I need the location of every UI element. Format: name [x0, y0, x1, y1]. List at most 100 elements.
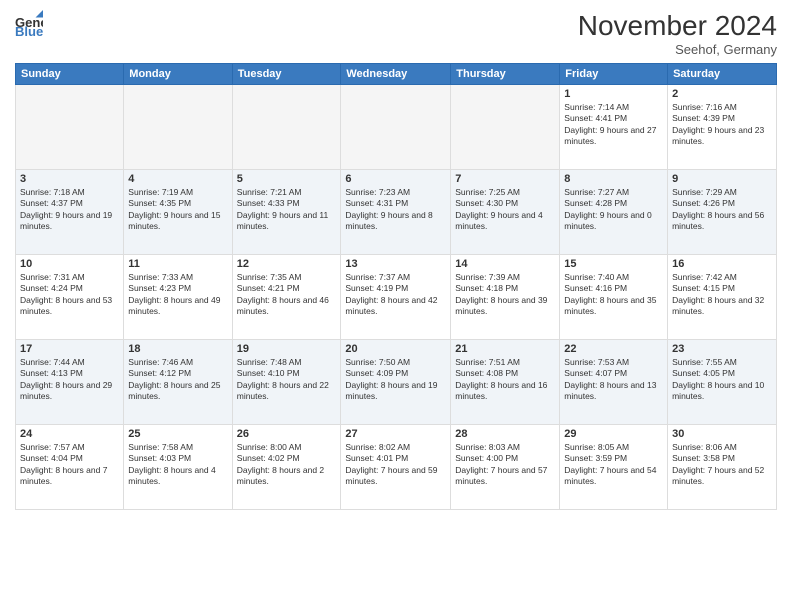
day-info: Sunrise: 7:21 AM Sunset: 4:33 PM Dayligh…: [237, 187, 337, 233]
calendar-cell: 6 Sunrise: 7:23 AM Sunset: 4:31 PM Daylig…: [341, 170, 451, 255]
day-number: 15: [564, 258, 663, 270]
day-info: Sunrise: 8:00 AM Sunset: 4:02 PM Dayligh…: [237, 442, 337, 488]
day-number: 23: [672, 343, 772, 355]
calendar-cell: 2Sunrise: 7:16 AM Sunset: 4:39 PM Daylig…: [668, 85, 777, 170]
calendar-cell: 27 Sunrise: 8:02 AM Sunset: 4:01 PM Dayli…: [341, 425, 451, 510]
calendar-cell: 9Sunrise: 7:29 AM Sunset: 4:26 PM Daylig…: [668, 170, 777, 255]
calendar-cell: 24 Sunrise: 7:57 AM Sunset: 4:04 PM Dayli…: [16, 425, 124, 510]
day-number: 7: [455, 173, 555, 185]
day-number: 26: [237, 428, 337, 440]
calendar-cell: 7 Sunrise: 7:25 AM Sunset: 4:30 PM Daylig…: [451, 170, 560, 255]
header: General Blue November 2024 Seehof, Germa…: [15, 10, 777, 57]
day-info: Sunrise: 8:03 AM Sunset: 4:00 PM Dayligh…: [455, 442, 555, 488]
month-title: November 2024: [578, 10, 777, 42]
day-number: 16: [672, 258, 772, 270]
day-info: Sunrise: 7:37 AM Sunset: 4:19 PM Dayligh…: [345, 272, 446, 318]
day-number: 24: [20, 428, 119, 440]
day-info: Sunrise: 7:50 AM Sunset: 4:09 PM Dayligh…: [345, 357, 446, 403]
calendar-cell: 26 Sunrise: 8:00 AM Sunset: 4:02 PM Dayli…: [232, 425, 341, 510]
calendar-cell: 29Sunrise: 8:05 AM Sunset: 3:59 PM Dayli…: [560, 425, 668, 510]
day-info: Sunrise: 7:44 AM Sunset: 4:13 PM Dayligh…: [20, 357, 119, 403]
day-number: 3: [20, 173, 119, 185]
calendar-cell: 30Sunrise: 8:06 AM Sunset: 3:58 PM Dayli…: [668, 425, 777, 510]
day-number: 18: [128, 343, 227, 355]
day-info: Sunrise: 7:33 AM Sunset: 4:23 PM Dayligh…: [128, 272, 227, 318]
day-info: Sunrise: 8:05 AM Sunset: 3:59 PM Dayligh…: [564, 442, 663, 488]
day-number: 20: [345, 343, 446, 355]
week-row-3: 10 Sunrise: 7:31 AM Sunset: 4:24 PM Dayli…: [16, 255, 777, 340]
day-number: 5: [237, 173, 337, 185]
day-number: 13: [345, 258, 446, 270]
calendar-cell: 21 Sunrise: 7:51 AM Sunset: 4:08 PM Dayli…: [451, 340, 560, 425]
calendar-cell: 8 Sunrise: 7:27 AM Sunset: 4:28 PM Daylig…: [560, 170, 668, 255]
week-row-4: 17 Sunrise: 7:44 AM Sunset: 4:13 PM Dayli…: [16, 340, 777, 425]
calendar-page: General Blue November 2024 Seehof, Germa…: [0, 0, 792, 612]
svg-text:Blue: Blue: [15, 24, 43, 38]
day-info: Sunrise: 8:06 AM Sunset: 3:58 PM Dayligh…: [672, 442, 772, 488]
calendar-cell: 22 Sunrise: 7:53 AM Sunset: 4:07 PM Dayli…: [560, 340, 668, 425]
calendar-cell: 3 Sunrise: 7:18 AM Sunset: 4:37 PM Daylig…: [16, 170, 124, 255]
day-info: Sunrise: 7:40 AM Sunset: 4:16 PM Dayligh…: [564, 272, 663, 318]
col-header-monday: Monday: [124, 64, 232, 85]
day-info: Sunrise: 7:53 AM Sunset: 4:07 PM Dayligh…: [564, 357, 663, 403]
logo-icon: General Blue: [15, 10, 43, 38]
week-row-5: 24 Sunrise: 7:57 AM Sunset: 4:04 PM Dayli…: [16, 425, 777, 510]
day-info: Sunrise: 7:27 AM Sunset: 4:28 PM Dayligh…: [564, 187, 663, 233]
calendar-cell: [451, 85, 560, 170]
col-header-thursday: Thursday: [451, 64, 560, 85]
calendar-cell: 23Sunrise: 7:55 AM Sunset: 4:05 PM Dayli…: [668, 340, 777, 425]
day-info: Sunrise: 7:18 AM Sunset: 4:37 PM Dayligh…: [20, 187, 119, 233]
day-info: Sunrise: 7:39 AM Sunset: 4:18 PM Dayligh…: [455, 272, 555, 318]
day-number: 12: [237, 258, 337, 270]
day-number: 21: [455, 343, 555, 355]
day-info: Sunrise: 7:57 AM Sunset: 4:04 PM Dayligh…: [20, 442, 119, 488]
calendar-cell: 12Sunrise: 7:35 AM Sunset: 4:21 PM Dayli…: [232, 255, 341, 340]
col-header-saturday: Saturday: [668, 64, 777, 85]
day-number: 28: [455, 428, 555, 440]
calendar-cell: 20 Sunrise: 7:50 AM Sunset: 4:09 PM Dayli…: [341, 340, 451, 425]
calendar-cell: 25 Sunrise: 7:58 AM Sunset: 4:03 PM Dayli…: [124, 425, 232, 510]
day-info: Sunrise: 7:46 AM Sunset: 4:12 PM Dayligh…: [128, 357, 227, 403]
day-number: 22: [564, 343, 663, 355]
calendar-table: SundayMondayTuesdayWednesdayThursdayFrid…: [15, 63, 777, 510]
day-info: Sunrise: 7:31 AM Sunset: 4:24 PM Dayligh…: [20, 272, 119, 318]
calendar-cell: [232, 85, 341, 170]
calendar-cell: [124, 85, 232, 170]
calendar-cell: 19Sunrise: 7:48 AM Sunset: 4:10 PM Dayli…: [232, 340, 341, 425]
col-header-tuesday: Tuesday: [232, 64, 341, 85]
day-info: Sunrise: 7:51 AM Sunset: 4:08 PM Dayligh…: [455, 357, 555, 403]
day-info: Sunrise: 7:58 AM Sunset: 4:03 PM Dayligh…: [128, 442, 227, 488]
title-section: November 2024 Seehof, Germany: [578, 10, 777, 57]
calendar-cell: 16Sunrise: 7:42 AM Sunset: 4:15 PM Dayli…: [668, 255, 777, 340]
calendar-cell: 4 Sunrise: 7:19 AM Sunset: 4:35 PM Daylig…: [124, 170, 232, 255]
calendar-cell: 5 Sunrise: 7:21 AM Sunset: 4:33 PM Daylig…: [232, 170, 341, 255]
day-number: 8: [564, 173, 663, 185]
day-number: 25: [128, 428, 227, 440]
col-header-sunday: Sunday: [16, 64, 124, 85]
day-info: Sunrise: 8:02 AM Sunset: 4:01 PM Dayligh…: [345, 442, 446, 488]
day-info: Sunrise: 7:25 AM Sunset: 4:30 PM Dayligh…: [455, 187, 555, 233]
day-number: 10: [20, 258, 119, 270]
day-number: 11: [128, 258, 227, 270]
day-number: 27: [345, 428, 446, 440]
day-number: 19: [237, 343, 337, 355]
logo: General Blue: [15, 10, 43, 38]
col-header-wednesday: Wednesday: [341, 64, 451, 85]
location-subtitle: Seehof, Germany: [578, 42, 777, 57]
calendar-cell: 18 Sunrise: 7:46 AM Sunset: 4:12 PM Dayli…: [124, 340, 232, 425]
calendar-cell: 1 Sunrise: 7:14 AM Sunset: 4:41 PM Daylig…: [560, 85, 668, 170]
calendar-cell: 11 Sunrise: 7:33 AM Sunset: 4:23 PM Dayli…: [124, 255, 232, 340]
day-info: Sunrise: 7:19 AM Sunset: 4:35 PM Dayligh…: [128, 187, 227, 233]
day-number: 1: [564, 88, 663, 100]
calendar-cell: 10 Sunrise: 7:31 AM Sunset: 4:24 PM Dayli…: [16, 255, 124, 340]
day-number: 9: [672, 173, 772, 185]
calendar-cell: 17 Sunrise: 7:44 AM Sunset: 4:13 PM Dayli…: [16, 340, 124, 425]
col-header-friday: Friday: [560, 64, 668, 85]
day-number: 6: [345, 173, 446, 185]
calendar-cell: 28 Sunrise: 8:03 AM Sunset: 4:00 PM Dayli…: [451, 425, 560, 510]
day-info: Sunrise: 7:23 AM Sunset: 4:31 PM Dayligh…: [345, 187, 446, 233]
calendar-cell: [16, 85, 124, 170]
day-info: Sunrise: 7:14 AM Sunset: 4:41 PM Dayligh…: [564, 102, 663, 148]
day-number: 17: [20, 343, 119, 355]
day-number: 4: [128, 173, 227, 185]
